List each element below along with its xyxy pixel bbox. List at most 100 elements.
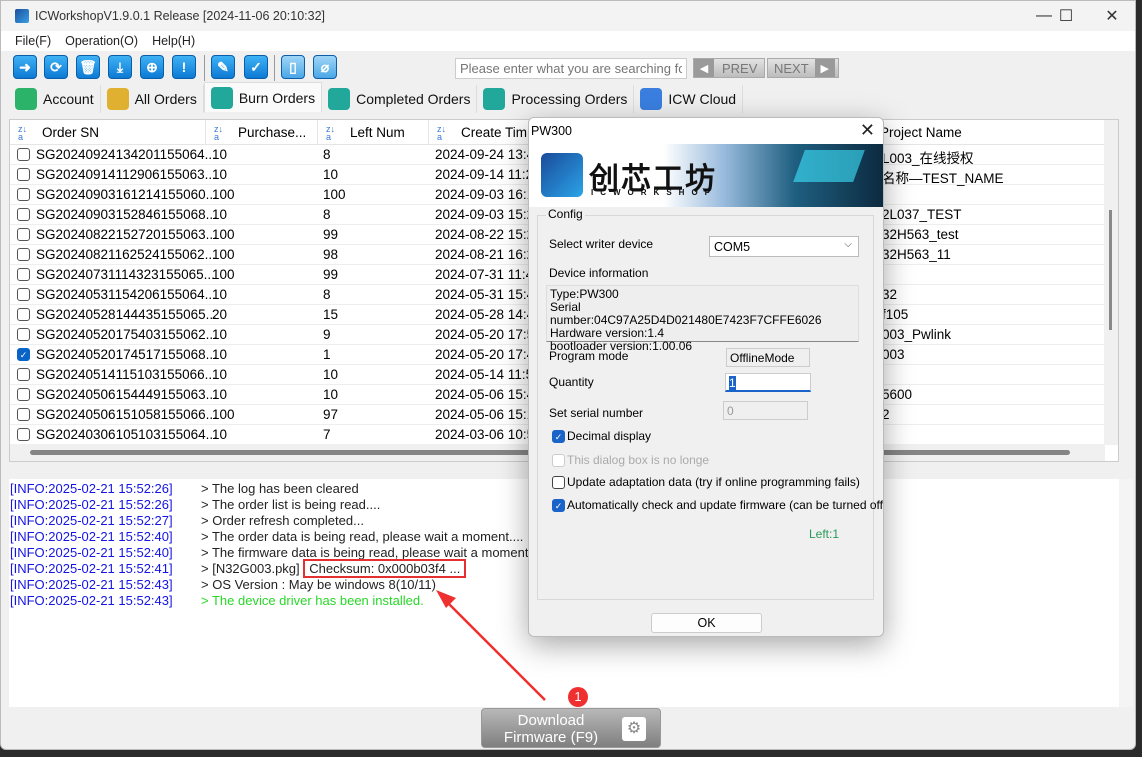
- row-checkbox[interactable]: [17, 168, 30, 181]
- column-header[interactable]: z↓ a Order SN: [10, 120, 206, 145]
- serial-number-input[interactable]: 0: [723, 401, 808, 420]
- tab-bar: Account All Orders Burn Orders Completed Or…: [9, 82, 744, 113]
- project-name: 32H563_11: [882, 247, 951, 262]
- checksum-highlight: Checksum: 0x000b03f4 ...: [303, 559, 467, 578]
- menu-operation[interactable]: Operation(O): [65, 34, 138, 48]
- refresh-icon[interactable]: ⟳: [44, 55, 68, 79]
- project-name: L003_在线授权: [882, 151, 974, 166]
- download-firmware-button[interactable]: Download Firmware (F9) ⚙: [481, 708, 661, 748]
- log-timestamp: [INFO:2025-02-21 15:52:41]: [10, 561, 173, 576]
- purchase: 100: [212, 407, 235, 422]
- create-time: 2024-05-20 17:45: [435, 347, 542, 362]
- project-name: 003_Pwlink: [882, 327, 952, 342]
- tab-completed-orders[interactable]: Completed Orders: [322, 85, 478, 113]
- left-num: 100: [323, 187, 346, 202]
- quantity-input[interactable]: 1: [725, 373, 811, 392]
- order-sn: SG20240821162524155062...: [36, 247, 216, 262]
- log-message: > The log has been cleared: [201, 481, 359, 496]
- dialog-checkbox[interactable]: [552, 454, 565, 467]
- tab-burn-orders[interactable]: Burn Orders: [203, 82, 323, 112]
- prev-button[interactable]: ◀ PREV: [693, 58, 765, 78]
- row-checkbox[interactable]: [17, 428, 30, 441]
- row-checkbox[interactable]: [17, 188, 30, 201]
- tab-icon: [106, 88, 129, 110]
- icworkshop-logo-icon: [541, 153, 583, 197]
- download-icon[interactable]: ⤓: [108, 55, 132, 79]
- report-icon[interactable]: ✎: [211, 55, 235, 79]
- search-input[interactable]: [455, 58, 687, 79]
- row-checkbox[interactable]: [17, 388, 30, 401]
- row-checkbox[interactable]: [17, 368, 30, 381]
- device-info-label: Device information: [549, 266, 649, 280]
- program-mode-label: Program mode: [549, 349, 629, 363]
- attach-icon[interactable]: ⌀: [313, 55, 337, 79]
- log-timestamp: [INFO:2025-02-21 15:52:43]: [10, 577, 173, 592]
- dialog-checkbox[interactable]: [552, 476, 565, 489]
- order-sn: SG20240731114323155065...: [36, 267, 215, 282]
- column-label: Create Tim: [461, 125, 528, 140]
- column-header[interactable]: Project Name: [872, 120, 1112, 145]
- row-checkbox[interactable]: ✓: [17, 348, 30, 361]
- order-sn: SG20240306105103155064...: [36, 427, 217, 442]
- login-icon[interactable]: ➜: [13, 55, 37, 79]
- dialog-checkbox-label: Decimal display: [567, 429, 652, 443]
- info-icon[interactable]: !: [172, 55, 196, 79]
- tab-icw-cloud[interactable]: ICW Cloud: [634, 85, 744, 113]
- order-sn: SG20240924134201155064...: [36, 147, 216, 162]
- delete-icon[interactable]: 🗑: [76, 55, 100, 79]
- web-icon[interactable]: ⊕: [140, 55, 164, 79]
- row-checkbox[interactable]: [17, 288, 30, 301]
- shield-icon[interactable]: ✓: [244, 55, 268, 79]
- next-button[interactable]: NEXT ▶: [767, 58, 839, 78]
- project-name: f105: [882, 307, 909, 322]
- maximize-button[interactable]: ☐: [1043, 1, 1089, 31]
- sort-icon: z↓ a: [437, 123, 446, 142]
- create-time: 2024-08-21 16:25: [435, 247, 542, 262]
- row-checkbox[interactable]: [17, 408, 30, 421]
- icworkshop-banner: 创芯工坊 ICWORKSHOP: [529, 144, 883, 207]
- row-checkbox[interactable]: [17, 148, 30, 161]
- left-num: 1: [323, 347, 331, 362]
- order-sn: SG20240506151058155066...: [36, 407, 217, 422]
- row-checkbox[interactable]: [17, 328, 30, 341]
- tab-account[interactable]: Account: [9, 85, 101, 113]
- tab-label: Completed Orders: [356, 91, 471, 107]
- tab-all-orders[interactable]: All Orders: [101, 85, 204, 113]
- column-header[interactable]: z↓ a Purchase...: [206, 120, 318, 145]
- create-time: 2024-03-06 10:51: [435, 427, 542, 442]
- vertical-scrollbar[interactable]: [1104, 120, 1118, 445]
- close-button[interactable]: ✕: [1089, 1, 1135, 31]
- purchase: 10: [212, 367, 228, 382]
- menu-file[interactable]: File(F): [15, 34, 51, 48]
- writer-device-select[interactable]: COM5 ⌵: [709, 236, 859, 257]
- book-icon[interactable]: ▯: [281, 55, 305, 79]
- row-checkbox[interactable]: [17, 268, 30, 281]
- menu-bar: File(F) Operation(O) Help(H): [1, 31, 1135, 51]
- title-bar: ICWorkshopV1.9.0.1 Release [2024-11-06 2…: [1, 1, 1135, 31]
- sort-icon: z↓ a: [214, 123, 223, 142]
- ok-button[interactable]: OK: [651, 613, 762, 633]
- left-num: 10: [323, 167, 339, 182]
- banner-logo-en: ICWORKSHOP: [591, 188, 717, 197]
- menu-help[interactable]: Help(H): [152, 34, 195, 48]
- dialog-close-icon[interactable]: ✕: [860, 120, 875, 141]
- program-mode-field[interactable]: OfflineMode: [726, 348, 810, 367]
- writer-device-value: COM5: [714, 240, 751, 254]
- column-header[interactable]: z↓ a Left Num: [318, 120, 429, 145]
- purchase: 10: [212, 347, 228, 362]
- row-checkbox[interactable]: [17, 228, 30, 241]
- left-num: 99: [323, 267, 339, 282]
- left-num: 99: [323, 227, 339, 242]
- dialog-checkbox[interactable]: ✓: [552, 430, 565, 443]
- tab-processing-orders[interactable]: Processing Orders: [477, 85, 635, 113]
- row-checkbox[interactable]: [17, 208, 30, 221]
- tab-icon: [640, 88, 663, 110]
- prev-label: PREV: [722, 60, 758, 76]
- row-checkbox[interactable]: [17, 248, 30, 261]
- device-info-line: Type:PW300: [550, 287, 619, 301]
- row-checkbox[interactable]: [17, 308, 30, 321]
- download-label-2: Firmware (F9): [503, 729, 599, 746]
- order-sn: SG20240506154449155063...: [36, 387, 217, 402]
- order-sn: SG20240531154206155064...: [36, 287, 216, 302]
- dialog-checkbox[interactable]: ✓: [552, 499, 565, 512]
